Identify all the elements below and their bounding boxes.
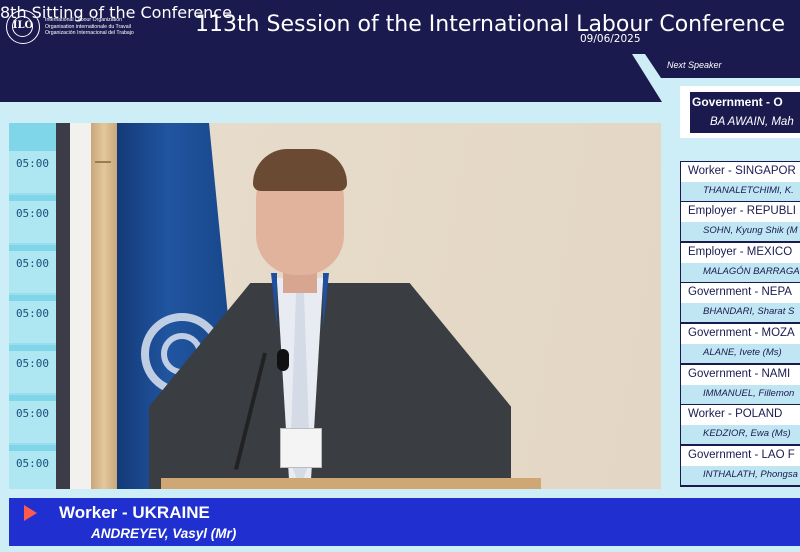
clock-time: 05:00 (9, 451, 56, 489)
next-speaker-label: Next Speaker (667, 60, 722, 70)
next-speaker-name: BA AWAIN, Mah (690, 113, 800, 133)
queue-item: Worker - SINGAPOR THANALETCHIMI, K. (681, 162, 800, 201)
queue-item-name: MALAGÓN BARRAGA (681, 263, 800, 282)
clock-time: 05:00 (9, 401, 56, 445)
conference-title: 113th Session of the International Labou… (195, 12, 786, 37)
clock-time: 05:00 (9, 351, 56, 395)
queue-item-name: KEDZIOR, Ewa (Ms) (681, 425, 800, 444)
queue-item: Worker - POLAND KEDZIOR, Ewa (Ms) (681, 405, 800, 444)
wood-mark (95, 161, 111, 163)
queue-item-name: SOHN, Kyung Shik (M (681, 222, 800, 241)
queue-item: Government - MOZA ALANE, Ivete (Ms) (681, 324, 800, 363)
play-arrow-icon (24, 505, 37, 521)
queue-item-group: Employer - MEXICO (681, 243, 800, 263)
queue-item-name: IMMANUEL, Fillemon (681, 385, 800, 404)
current-speaker-name: ANDREYEV, Vasyl (Mr) (91, 526, 237, 541)
clock-time: 05:00 (9, 251, 56, 295)
queue-item-group: Government - LAO F (681, 446, 800, 466)
clock-time: 05:00 (9, 301, 56, 345)
clock-time: 05:00 (9, 151, 56, 195)
dark-strip (56, 123, 70, 489)
org-name-fr: Organisation internationale du Travail (45, 23, 131, 30)
org-name-es: Organización Internacional del Trabajo (45, 30, 134, 37)
sitting-bar (0, 54, 662, 102)
microphone-icon (277, 349, 289, 371)
video-feed: 05:00 05:00 05:00 05:00 05:00 05:00 05:0… (9, 123, 661, 489)
current-speaker-group: Worker - UKRAINE (59, 503, 210, 522)
queue-item-name: ALANE, Ivete (Ms) (681, 344, 800, 363)
speaker-queue: Worker - SINGAPOR THANALETCHIMI, K. Empl… (680, 161, 800, 487)
next-speaker-group: Government - O (690, 92, 800, 113)
white-panel (70, 123, 91, 489)
queue-item: Employer - MEXICO MALAGÓN BARRAGA (681, 243, 800, 282)
queue-item-group: Government - NEPA (681, 283, 800, 303)
wood-panel (91, 123, 117, 489)
clock-time: 05:00 (9, 201, 56, 245)
podium (161, 478, 541, 489)
queue-item: Employer - REPUBLI SOHN, Kyung Shik (M (681, 202, 800, 241)
queue-item-group: Worker - SINGAPOR (681, 162, 800, 182)
queue-item-group: Government - MOZA (681, 324, 800, 344)
queue-item-name: BHANDARI, Sharat S (681, 303, 800, 322)
queue-item-group: Worker - POLAND (681, 405, 800, 425)
speaker-badge (280, 428, 322, 468)
speaker-hair (253, 149, 347, 191)
queue-item-name: INTHALATH, Phongsa (681, 466, 800, 485)
queue-item: Government - NEPA BHANDARI, Sharat S (681, 283, 800, 322)
sitting-date: 09/06/2025 (580, 33, 641, 45)
queue-item: Government - LAO F INTHALATH, Phongsa (681, 446, 800, 485)
sitting-title: 8th Sitting of the Conference (0, 3, 232, 22)
queue-item: Government - NAMI IMMANUEL, Fillemon (681, 365, 800, 404)
queue-item-group: Government - NAMI (681, 365, 800, 385)
clock-column: 05:00 05:00 05:00 05:00 05:00 05:00 05:0… (9, 123, 56, 489)
queue-item-group: Employer - REPUBLI (681, 202, 800, 222)
queue-item-name: THANALETCHIMI, K. (681, 182, 800, 201)
